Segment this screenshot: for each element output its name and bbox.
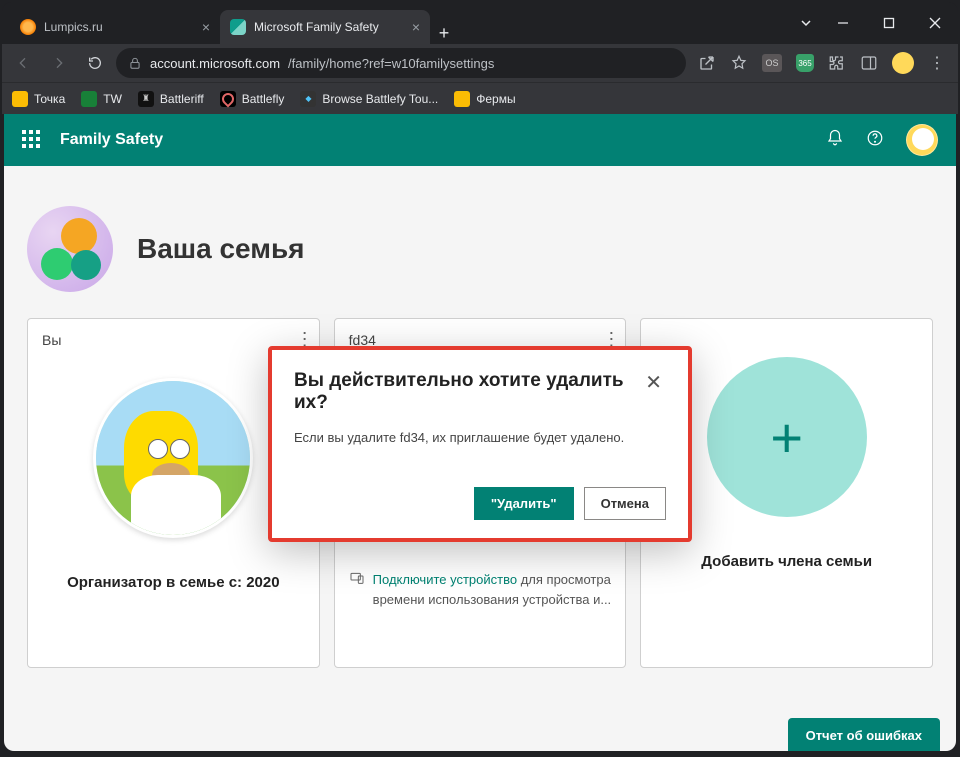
window-maximize-button[interactable] [866, 2, 912, 44]
extension-icons: OS 365 ⋮ [692, 52, 952, 74]
bookmark-sheets-icon [81, 91, 97, 107]
bookmark-folder-icon [12, 91, 28, 107]
confirm-remove-modal: Вы действительно хотите удалить их? ✕ Ес… [268, 346, 692, 542]
browser-url-bar: account.microsoft.com/family/home?ref=w1… [2, 44, 958, 82]
bookmark-battlefy-icon: ◆ [300, 91, 316, 107]
bookmark-item[interactable]: Точка [12, 91, 65, 107]
tab-dropdown-icon[interactable] [792, 2, 820, 44]
bookmark-battleriff-icon: ♜ [138, 91, 154, 107]
star-icon[interactable] [730, 54, 748, 72]
modal-overlay: Вы действительно хотите удалить их? ✕ Ес… [4, 114, 956, 751]
browser-tab-active[interactable]: Microsoft Family Safety × [220, 10, 430, 44]
close-icon[interactable]: × [412, 19, 420, 35]
bookmark-label: Battleriff [160, 92, 204, 106]
new-tab-button[interactable]: + [430, 23, 458, 44]
bookmark-label: Battlefly [242, 92, 285, 106]
tab-title: Lumpics.ru [44, 20, 103, 34]
profile-avatar-icon[interactable] [892, 52, 914, 74]
url-domain: account.microsoft.com [150, 56, 280, 71]
bookmark-item[interactable]: Battlefly [220, 91, 285, 107]
bookmark-battlefly-icon [220, 91, 236, 107]
url-path: /family/home?ref=w10familysettings [288, 56, 494, 71]
bookmark-item[interactable]: ♜ Battleriff [138, 91, 204, 107]
share-icon[interactable] [698, 54, 716, 72]
bookmark-item[interactable]: TW [81, 91, 122, 107]
bookmark-item[interactable]: Фермы [454, 91, 515, 107]
browser-titlebar: Lumpics.ru × Microsoft Family Safety × + [2, 2, 958, 44]
side-panel-icon[interactable] [860, 54, 878, 72]
nav-reload-button[interactable] [80, 48, 110, 78]
close-icon[interactable]: × [202, 19, 210, 35]
modal-delete-button[interactable]: "Удалить" [474, 487, 574, 520]
extension-badge-icon[interactable]: 365 [796, 54, 814, 72]
browser-tab-inactive[interactable]: Lumpics.ru × [10, 10, 220, 44]
extension-badge-text: 365 [798, 59, 811, 68]
bookmarks-bar: Точка TW ♜ Battleriff Battlefly ◆ Browse B… [2, 82, 958, 114]
address-bar[interactable]: account.microsoft.com/family/home?ref=w1… [116, 48, 686, 78]
bookmark-label: Фермы [476, 92, 515, 106]
tab-title: Microsoft Family Safety [254, 20, 379, 34]
modal-title: Вы действительно хотите удалить их? [294, 370, 641, 414]
bookmark-label: Browse Battlefy Tou... [322, 92, 438, 106]
nav-back-button[interactable] [8, 48, 38, 78]
lock-icon [128, 56, 142, 70]
window-controls [820, 2, 958, 44]
bookmark-item[interactable]: ◆ Browse Battlefy Tou... [300, 91, 438, 107]
bookmark-label: TW [103, 92, 122, 106]
extension-lastfm-icon[interactable]: OS [762, 54, 782, 72]
favicon-lumpics [20, 19, 36, 35]
extensions-puzzle-icon[interactable] [828, 54, 846, 72]
window-close-button[interactable] [912, 2, 958, 44]
modal-cancel-button[interactable]: Отмена [584, 487, 666, 520]
browser-menu-icon[interactable]: ⋮ [928, 54, 946, 72]
modal-body-text: Если вы удалите fd34, их приглашение буд… [294, 430, 666, 445]
nav-forward-button[interactable] [44, 48, 74, 78]
bookmark-label: Точка [34, 92, 65, 106]
browser-tabs: Lumpics.ru × Microsoft Family Safety × + [2, 2, 792, 44]
window-minimize-button[interactable] [820, 2, 866, 44]
page-viewport: Family Safety Ваша семья Вы ⋮ [4, 114, 956, 751]
bookmark-folder-icon [454, 91, 470, 107]
favicon-ms-family [230, 19, 246, 35]
modal-close-button[interactable]: ✕ [641, 370, 666, 395]
